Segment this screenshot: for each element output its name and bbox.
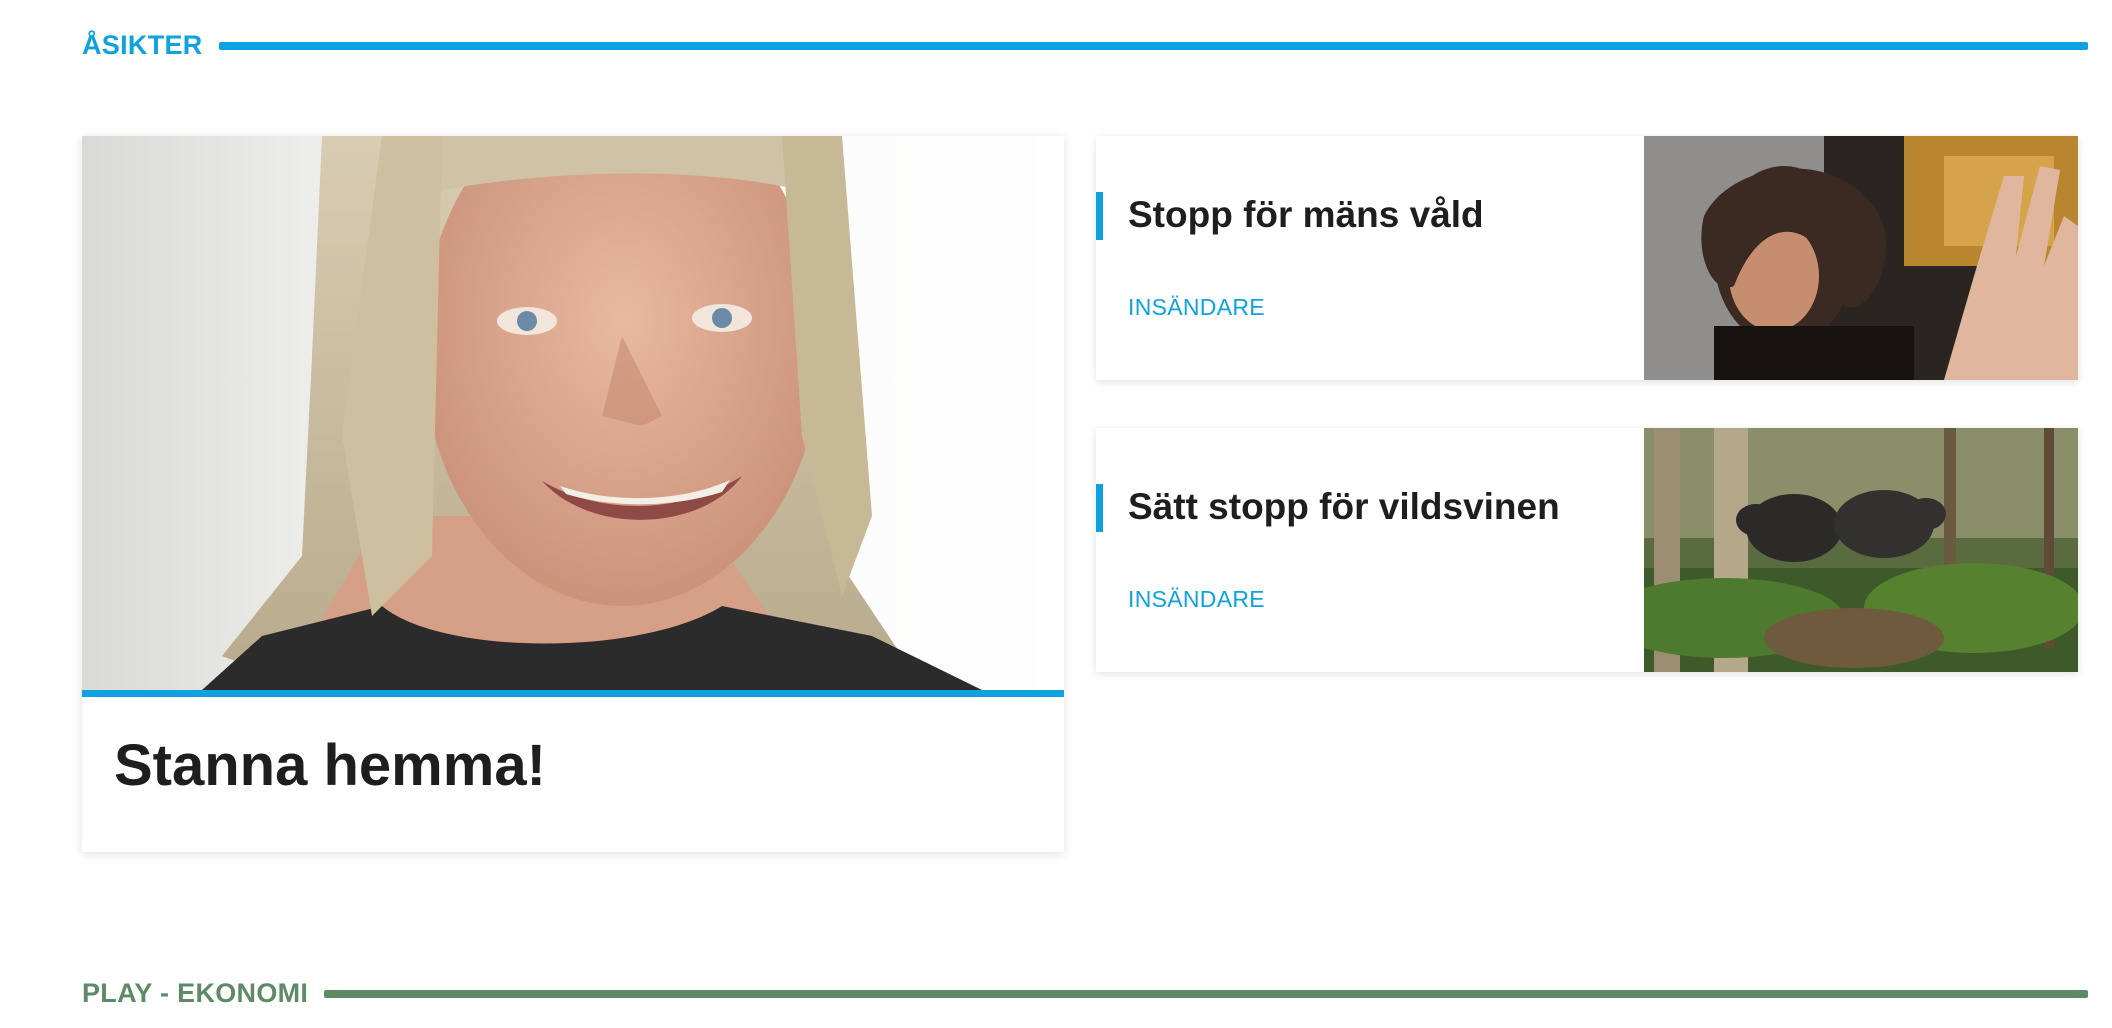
violence-photo[interactable] — [1644, 136, 2078, 380]
article-title[interactable]: Stopp för mäns våld — [1128, 194, 1484, 236]
wild-boar-photo[interactable] — [1644, 428, 2078, 672]
title-accent-bar — [1096, 484, 1103, 532]
section-title[interactable]: ÅSIKTER — [82, 30, 219, 61]
featured-article-title[interactable]: Stanna hemma! — [114, 732, 546, 799]
portrait-photo[interactable] — [82, 136, 1064, 690]
article-title[interactable]: Sätt stopp för vildsvinen — [1128, 486, 1560, 528]
section-title[interactable]: PLAY - EKONOMI — [82, 978, 324, 1009]
section-header-asikter: ÅSIKTER — [82, 30, 2088, 61]
article-card[interactable]: Sätt stopp för vildsvinen INSÄNDARE — [1096, 428, 2078, 672]
title-accent-bar — [1096, 192, 1103, 240]
featured-accent-bar — [82, 690, 1064, 697]
section-header-play-ekonomi: PLAY - EKONOMI — [82, 978, 2088, 1009]
article-category[interactable]: INSÄNDARE — [1128, 294, 1265, 321]
section-divider — [324, 989, 2088, 998]
page: ÅSIKTER Stanna hemma! Stopp för mäns vål… — [0, 0, 2112, 1028]
featured-article-card[interactable]: Stanna hemma! — [82, 136, 1064, 852]
article-category[interactable]: INSÄNDARE — [1128, 586, 1265, 613]
section-divider — [218, 41, 2088, 50]
article-card[interactable]: Stopp för mäns våld INSÄNDARE — [1096, 136, 2078, 380]
